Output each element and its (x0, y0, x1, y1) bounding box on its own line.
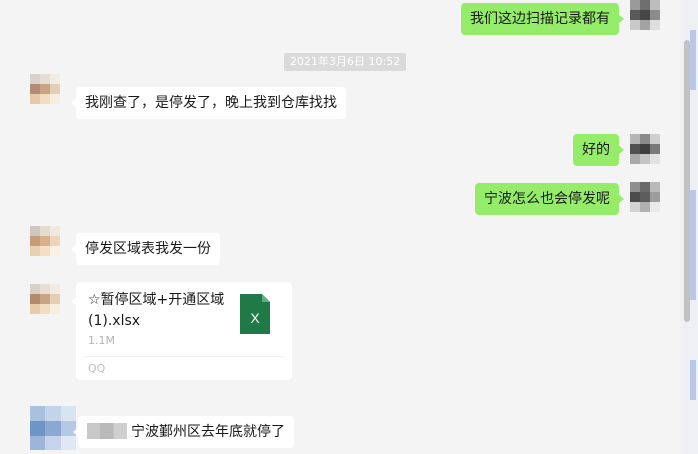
contact-avatar[interactable] (30, 74, 60, 104)
panel-deco (690, 30, 696, 90)
self-avatar[interactable] (630, 0, 660, 30)
chat-window: 我们这边扫描记录都有 2021年3月6日 10:52 我刚查了，是停发了，晚上我… (0, 0, 680, 454)
message-bubble-received[interactable]: 停发区域表我发一份 (71, 233, 220, 265)
self-avatar[interactable] (630, 134, 660, 164)
file-size: 1.1M (88, 334, 115, 347)
message-text: 我们这边扫描记录都有 (470, 11, 610, 27)
timestamp-divider: 2021年3月6日 10:52 (284, 53, 407, 71)
message-bubble-sent[interactable]: 好的 (573, 134, 624, 166)
file-name: ☆暂停区域+开通区域(1).xlsx (88, 292, 225, 329)
message-bubble-sent[interactable]: 宁波怎么也会停发呢 (475, 183, 624, 215)
message-text: 停发区域表我发一份 (85, 241, 211, 257)
contact-avatar[interactable] (30, 284, 60, 314)
scrollbar-thumb[interactable] (684, 40, 690, 322)
redacted-text (87, 423, 127, 439)
contact-avatar[interactable] (30, 226, 60, 256)
message-bubble-received[interactable]: 宁波鄞州区去年底就停了 (73, 416, 294, 448)
message-text: 好的 (582, 142, 610, 158)
file-source-label: QQ (88, 362, 106, 375)
message-bubble-sent[interactable]: 我们这边扫描记录都有 (461, 3, 624, 35)
excel-icon-letter: X (250, 310, 260, 326)
excel-file-icon: X (240, 294, 270, 334)
message-text: 我刚查了，是停发了，晚上我到仓库找找 (85, 95, 337, 111)
panel-deco (690, 360, 696, 400)
message-bubble-received[interactable]: 我刚查了，是停发了，晚上我到仓库找找 (71, 87, 346, 119)
message-text: 宁波怎么也会停发呢 (484, 191, 610, 207)
message-text: 宁波鄞州区去年底就停了 (131, 424, 285, 440)
divider (84, 356, 284, 357)
panel-deco (690, 190, 696, 300)
contact-avatar[interactable] (30, 406, 76, 450)
self-avatar[interactable] (630, 182, 660, 212)
file-message-card[interactable]: ☆暂停区域+开通区域(1).xlsx 1.1M X QQ (71, 282, 292, 380)
